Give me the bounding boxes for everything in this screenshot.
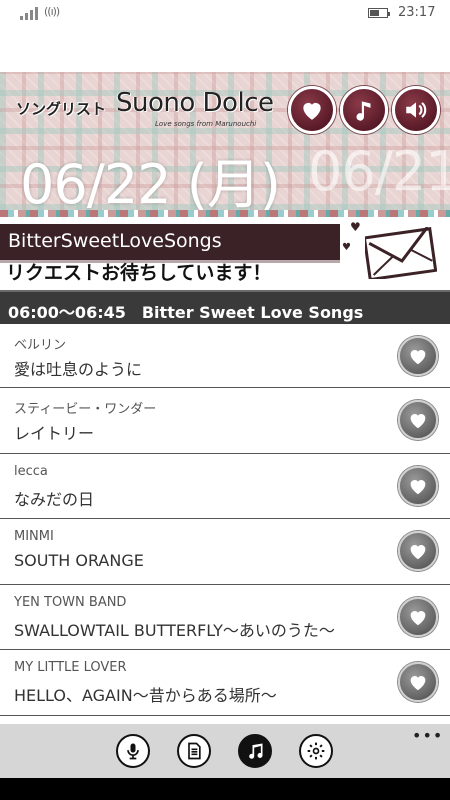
song-title: SOUTH ORANGE	[14, 551, 144, 570]
current-date[interactable]: 06/22 (月)	[20, 140, 281, 219]
heart-icon	[410, 479, 426, 494]
songlist-tab-button[interactable]	[238, 734, 272, 768]
heart-icon	[410, 545, 426, 560]
microphone-icon	[127, 743, 139, 760]
favorite-button[interactable]	[398, 531, 438, 571]
song-artist: lecca	[14, 463, 48, 479]
list-item[interactable]: MY LITTLE LOVER HELLO、AGAIN～昔からある場所～	[0, 650, 450, 716]
program-bar: 06:00～06:45 Bitter Sweet Love Songs	[0, 290, 450, 324]
music-note-icon	[249, 743, 263, 759]
status-bar: ((ı)) 23:17	[0, 0, 450, 30]
favorite-button[interactable]	[398, 596, 438, 637]
page-title: ソングリスト	[16, 100, 107, 118]
banner-request-message: リクエストお待ちしています！	[6, 262, 272, 284]
banner-program-name: BitterSweetLoveSongs	[8, 230, 222, 252]
song-artist: ベルリン	[14, 338, 67, 353]
heart-icon	[410, 610, 426, 625]
list-item[interactable]: MINMI SOUTH ORANGE	[0, 519, 450, 585]
app-logo-subtitle: Love songs from Marunouchi	[155, 120, 257, 128]
status-clock: 23:17	[398, 5, 436, 20]
settings-button[interactable]	[299, 734, 333, 768]
heart-icon	[303, 102, 321, 120]
small-heart-icon: ♥	[350, 220, 361, 234]
document-icon	[188, 742, 201, 760]
system-nav-bar	[0, 778, 450, 800]
songlist-button[interactable]	[340, 86, 388, 134]
heart-icon	[410, 414, 426, 429]
favorite-button[interactable]	[398, 336, 438, 376]
song-list: ベルリン 愛は吐息のように スティービー・ワンダー レイトリー lecca なみ…	[0, 324, 450, 716]
gear-icon	[307, 742, 325, 760]
song-title: 愛は吐息のように	[14, 360, 143, 379]
heart-icon	[410, 350, 426, 365]
banner-stripe	[0, 210, 450, 217]
battery-icon	[368, 8, 390, 18]
small-heart-icon: ♥	[342, 242, 351, 253]
adjacent-date[interactable]: 06/21	[308, 140, 450, 203]
more-options-button[interactable]: •••	[412, 726, 443, 745]
music-note-icon	[356, 101, 371, 121]
wifi-icon: ((ı))	[44, 5, 60, 18]
favorite-button[interactable]	[398, 465, 438, 506]
list-item[interactable]: スティービー・ワンダー レイトリー	[0, 388, 450, 454]
favorites-button[interactable]	[288, 86, 336, 134]
list-item[interactable]: lecca なみだの日	[0, 453, 450, 519]
signal-icon	[20, 6, 42, 20]
song-title: HELLO、AGAIN～昔からある場所～	[14, 686, 277, 705]
app-logo: Suono Dolce	[116, 88, 274, 118]
program-time-title: 06:00～06:45 Bitter Sweet Love Songs	[8, 303, 364, 322]
list-item[interactable]: YEN TOWN BAND SWALLOWTAIL BUTTERFLY～あいのう…	[0, 584, 450, 650]
request-banner[interactable]: BitterSweetLoveSongs リクエストお待ちしています！ ♥ ♥	[0, 210, 450, 290]
favorite-button[interactable]	[398, 400, 438, 440]
song-title: なみだの日	[14, 489, 95, 509]
document-button[interactable]	[177, 734, 211, 768]
list-item[interactable]: ベルリン 愛は吐息のように	[0, 324, 450, 388]
favorite-button[interactable]	[398, 662, 438, 702]
speaker-icon	[406, 102, 427, 118]
sound-button[interactable]	[392, 86, 440, 134]
app-bar	[0, 724, 450, 778]
song-title: レイトリー	[14, 424, 95, 443]
envelope-icon	[365, 227, 437, 279]
song-artist: MINMI	[14, 529, 54, 544]
song-artist: YEN TOWN BAND	[14, 594, 127, 610]
song-artist: MY LITTLE LOVER	[14, 660, 127, 675]
microphone-button[interactable]	[116, 734, 150, 768]
heart-icon	[410, 676, 426, 691]
song-artist: スティービー・ワンダー	[14, 402, 157, 417]
song-title: SWALLOWTAIL BUTTERFLY～あいのうた～	[14, 620, 335, 640]
